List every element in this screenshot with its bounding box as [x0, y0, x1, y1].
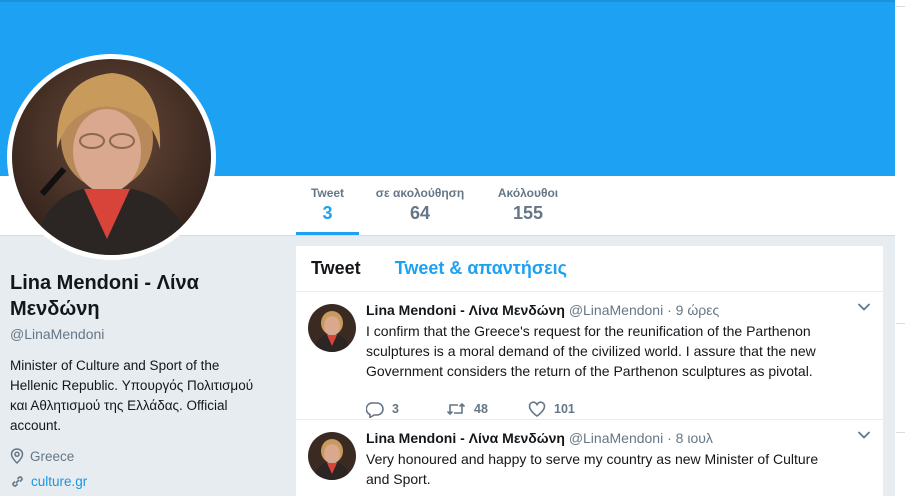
tweet-dot: ·	[667, 302, 672, 318]
nav-followers[interactable]: Ακόλουθοι 155	[493, 186, 563, 224]
profile-avatar[interactable]	[12, 59, 211, 255]
profile-handle: @LinaMendoni	[10, 326, 105, 342]
tweet-dot: ·	[667, 430, 672, 446]
tweet-avatar[interactable]	[308, 304, 356, 352]
link-icon	[12, 476, 23, 487]
tweet-text: I confirm that the Greece's request for …	[366, 323, 816, 379]
profile-card: Lina Mendoni - Λίνα Μενδώνη @LinaMendoni…	[10, 270, 280, 489]
tweet-avatar[interactable]	[308, 432, 356, 480]
tab-tweets-replies[interactable]: Tweet & απαντήσεις	[395, 258, 567, 279]
reply-icon	[366, 401, 384, 418]
reply-button[interactable]: 3	[366, 401, 446, 418]
timeline: Tweet Tweet & απαντήσεις Lina Mendoni - …	[296, 246, 883, 496]
timeline-tabs: Tweet Tweet & απαντήσεις	[296, 246, 883, 292]
nav-tweets-count: 3	[322, 203, 333, 223]
tab-tweets[interactable]: Tweet	[311, 258, 361, 279]
sidebar-card-edge	[896, 432, 905, 496]
tweet-author-name[interactable]: Lina Mendoni - Λίνα Μενδώνη	[366, 430, 565, 446]
nav-tweets-label: Tweet	[310, 186, 345, 200]
like-button[interactable]: 101	[528, 401, 608, 417]
tweet-item[interactable]: Lina Mendoni - Λίνα Μενδώνη @LinaMendoni…	[296, 292, 883, 420]
nav-following[interactable]: σε ακολούθηση 64	[373, 186, 467, 224]
like-count: 101	[554, 402, 575, 416]
profile-name[interactable]: Lina Mendoni - Λίνα Μενδώνη	[10, 270, 280, 322]
nav-following-count: 64	[409, 203, 431, 223]
nav-tweets[interactable]: Tweet 3	[296, 186, 359, 235]
profile-location-text: Greece	[30, 448, 75, 464]
profile-website-link[interactable]: culture.gr	[31, 474, 87, 489]
nav-following-label: σε ακολούθηση	[375, 186, 465, 200]
tweet-actions: 3 48 101	[366, 395, 871, 423]
sidebar-card-edge	[896, 6, 905, 324]
nav-followers-label: Ακόλουθοι	[497, 186, 559, 200]
tweet-header: Lina Mendoni - Λίνα Μενδώνη @LinaMendoni…	[366, 428, 871, 448]
location-pin-icon	[10, 448, 24, 464]
tweet-text: Very honoured and happy to serve my coun…	[366, 451, 819, 487]
tweet-item[interactable]: Lina Mendoni - Λίνα Μενδώνη @LinaMendoni…	[296, 420, 883, 496]
chevron-down-icon[interactable]	[857, 302, 871, 312]
profile-website[interactable]: culture.gr	[10, 474, 280, 489]
chevron-down-icon[interactable]	[857, 430, 871, 440]
tweet-author-name[interactable]: Lina Mendoni - Λίνα Μενδώνη	[366, 302, 565, 318]
retweet-icon	[446, 402, 466, 416]
profile-location: Greece	[10, 448, 280, 464]
tweet-author-handle[interactable]: @LinaMendoni	[569, 302, 663, 318]
tweet-timestamp[interactable]: 8 ιουλ	[676, 430, 713, 446]
profile-bio: Minister of Culture and Sport of the Hel…	[10, 358, 254, 433]
retweet-button[interactable]: 48	[446, 401, 528, 417]
retweet-count: 48	[474, 402, 488, 416]
reply-count: 3	[392, 402, 399, 416]
tweet-timestamp[interactable]: 9 ώρες	[676, 302, 720, 318]
tweet-header: Lina Mendoni - Λίνα Μενδώνη @LinaMendoni…	[366, 300, 871, 320]
heart-icon	[528, 401, 546, 417]
tweet-author-handle[interactable]: @LinaMendoni	[569, 430, 663, 446]
nav-followers-count: 155	[512, 203, 544, 223]
